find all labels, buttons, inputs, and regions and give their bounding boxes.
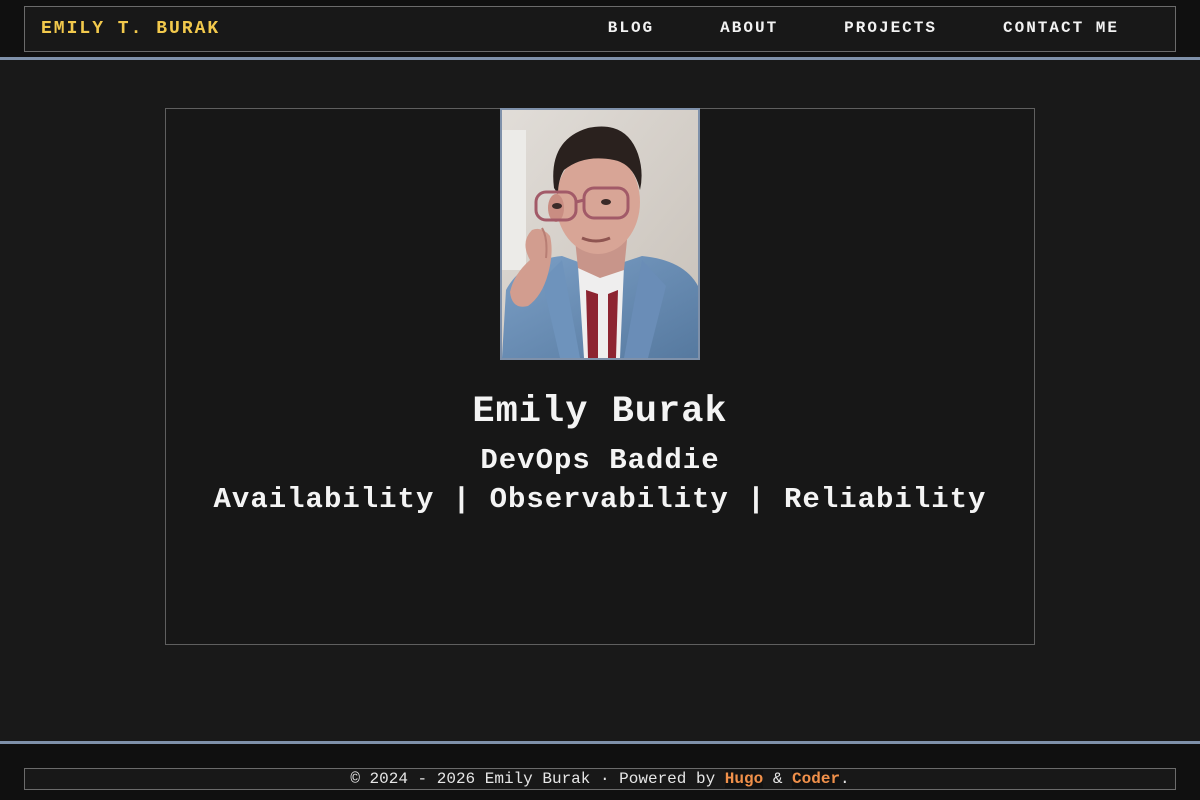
footer-link-hugo[interactable]: Hugo <box>724 770 764 788</box>
header-accent-line <box>0 57 1200 60</box>
tagline-focus: Availability | Observability | Reliabili… <box>213 483 987 516</box>
navbar: EMILY T. BURAK BLOG ABOUT PROJECTS CONTA… <box>24 6 1176 52</box>
tagline-role: DevOps Baddie <box>480 444 720 477</box>
profile-name: Emily Burak <box>472 391 728 433</box>
footer-separator: & <box>772 770 783 788</box>
footer-end: . <box>840 770 850 788</box>
nav-item-blog[interactable]: BLOG <box>608 17 654 39</box>
nav-menu: BLOG ABOUT PROJECTS CONTACT ME <box>608 17 1119 39</box>
nav-item-about[interactable]: ABOUT <box>720 17 778 39</box>
profile-tagline: DevOps Baddie Availability | Observabili… <box>166 443 1034 518</box>
profile-card: Emily Burak DevOps Baddie Availability |… <box>165 108 1035 645</box>
brand-link[interactable]: EMILY T. BURAK <box>41 18 220 40</box>
footer: © 2024 - 2026 Emily Burak · Powered by H… <box>24 768 1176 790</box>
avatar <box>500 108 700 360</box>
footer-copyright: © 2024 - 2026 Emily Burak · Powered by <box>350 770 716 788</box>
avatar-photo-icon <box>502 110 698 358</box>
nav-item-contact[interactable]: CONTACT ME <box>1003 17 1119 39</box>
footer-link-coder[interactable]: Coder <box>792 770 841 788</box>
nav-item-projects[interactable]: PROJECTS <box>844 17 937 39</box>
